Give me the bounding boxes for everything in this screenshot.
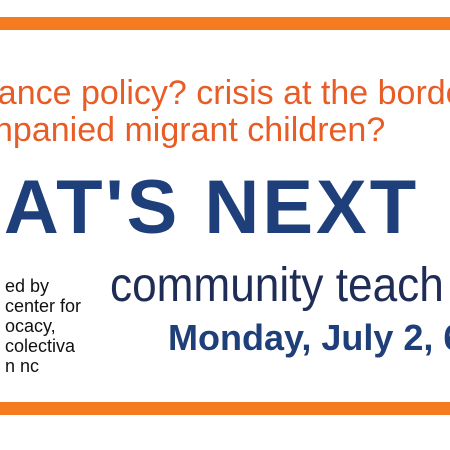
- sponsor-line-4: colectiva: [5, 336, 76, 356]
- bottom-orange-stripe: [0, 402, 450, 415]
- headline: HAT'S NEXT: [0, 165, 420, 250]
- event-subhead: community teach: [110, 259, 444, 312]
- sponsor-line-5: n nc: [5, 356, 40, 376]
- event-dateline: Monday, July 2, 6: [168, 317, 450, 358]
- top-orange-stripe: [0, 17, 450, 30]
- question-line-2: npanied migrant children?: [0, 111, 386, 149]
- flyer-canvas: lerance policy? crisis at the border? np…: [0, 0, 450, 450]
- sponsor-line-1: ed by: [5, 276, 50, 296]
- question-line-1: lerance policy? crisis at the border?: [0, 74, 450, 112]
- sponsor-block: ed by center for ocacy, colectiva n nc: [5, 276, 81, 376]
- sponsor-line-2: center for: [5, 296, 82, 316]
- sponsor-line-3: ocacy,: [5, 316, 56, 336]
